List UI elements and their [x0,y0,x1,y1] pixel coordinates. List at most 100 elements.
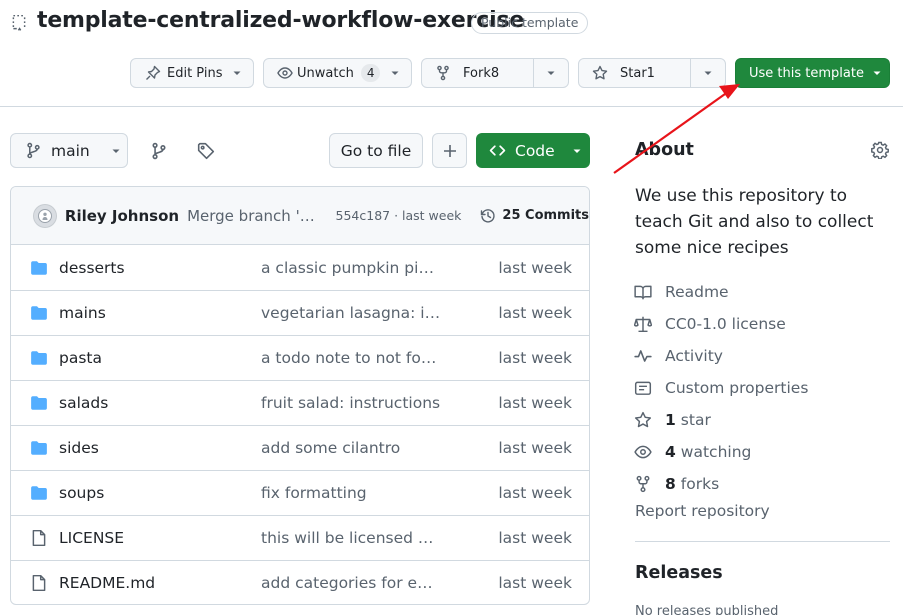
file-commit-date: last week [498,484,572,502]
commits-link[interactable]: 25 Commits [480,208,589,224]
branch-name: main [51,141,90,160]
gear-icon[interactable] [871,141,889,159]
star-count: 1 [646,65,655,81]
history-icon [480,208,496,224]
repo-description: We use this repository to teach Git and … [635,186,874,258]
license-label: CC0-1.0 license [665,315,786,333]
file-row[interactable]: LICENSE this will be licensed un... last w… [11,515,589,560]
repo-header: template-centralized-workflow-exercise P… [0,0,903,107]
about-meta-list: Readme CC0-1.0 license Activity Custom p… [634,276,894,500]
file-commit-message[interactable]: fix formatting [261,484,441,502]
custom-properties-label: Custom properties [665,379,809,397]
folder-icon [30,439,48,457]
pulse-icon [634,347,652,365]
star-dropdown-button[interactable] [691,59,725,87]
file-name[interactable]: pasta [59,349,261,367]
file-row[interactable]: sides add some cilantro last week [11,425,589,470]
divider [635,541,890,542]
file-commit-message[interactable]: add some cilantro [261,439,441,457]
code-button[interactable]: Code [476,133,590,168]
folder-icon [30,259,48,277]
about-heading: About [635,140,694,160]
watching-label: watching [680,443,752,461]
commit-author[interactable]: Riley Johnson [65,207,179,225]
file-row[interactable]: mains vegetarian lasagna: ins... last week [11,290,589,335]
file-commit-message[interactable]: vegetarian lasagna: ins... [261,304,441,322]
file-commit-message[interactable]: fruit salad: instructions [261,394,441,412]
file-commit-date: last week [498,439,572,457]
chevron-down-icon [232,68,242,78]
file-icon [30,529,48,547]
file-row[interactable]: soups fix formatting last week [11,470,589,515]
code-label: Code [515,141,555,160]
branches-icon[interactable] [150,142,168,160]
plus-icon [442,143,458,159]
file-name[interactable]: desserts [59,259,261,277]
file-name[interactable]: README.md [59,574,261,592]
chevron-down-icon [111,146,121,156]
stars-link[interactable]: 1 star [634,404,894,436]
file-row[interactable]: README.md add categories for easi... last … [11,560,589,604]
use-template-button[interactable]: Use this template [735,58,890,88]
forks-link[interactable]: 8 forks [634,468,894,500]
releases-heading[interactable]: Releases [635,563,723,583]
file-name[interactable]: mains [59,304,261,322]
chevron-down-icon [546,68,556,78]
add-file-button[interactable] [432,133,467,168]
law-icon [634,315,652,333]
file-commit-date: last week [498,349,572,367]
license-link[interactable]: CC0-1.0 license [634,308,894,340]
tag-icon[interactable] [197,142,215,160]
forks-label: forks [680,475,720,493]
file-commit-date: last week [498,574,572,592]
file-commit-message[interactable]: a todo note to not forg... [261,349,441,367]
file-commit-date: last week [498,394,572,412]
star-icon [634,411,652,429]
avatar[interactable] [33,203,57,228]
use-template-label: Use this template [749,65,864,81]
fork-button[interactable]: Fork 8 [422,59,533,87]
fork-button-group: Fork 8 [421,58,569,88]
go-to-file-button[interactable]: Go to file [329,133,423,168]
readme-label: Readme [665,283,729,301]
commit-sha-time[interactable]: 554c187 · last week [336,208,462,223]
custom-properties-link[interactable]: Custom properties [634,372,894,404]
repo-title[interactable]: template-centralized-workflow-exercise [37,8,524,33]
commit-message[interactable]: Merge branch 'al... [187,207,323,225]
star-button[interactable]: Star 1 [579,59,690,87]
file-name[interactable]: soups [59,484,261,502]
file-commit-message[interactable]: add categories for easi... [261,574,441,592]
file-commit-message[interactable]: a classic pumpkin pie r... [261,259,441,277]
chevron-down-icon [390,68,400,78]
unwatch-button[interactable]: Unwatch 4 [263,58,412,88]
visibility-badge: Public template [471,12,589,34]
fork-label: Fork [463,65,491,81]
file-icon [30,574,48,592]
report-repository-link[interactable]: Report repository [635,502,770,520]
edit-pins-button[interactable]: Edit Pins [130,58,254,88]
activity-link[interactable]: Activity [634,340,894,372]
readme-link[interactable]: Readme [634,276,894,308]
chevron-down-icon [572,146,582,156]
forks-count: 8 [665,475,676,493]
branch-selector[interactable]: main [10,133,128,168]
watchers-link[interactable]: 4 watching [634,436,894,468]
file-commit-date: last week [498,258,572,277]
fork-dropdown-button[interactable] [534,59,568,87]
edit-pins-label: Edit Pins [167,65,223,81]
file-name[interactable]: salads [59,394,261,412]
git-branch-icon [25,142,42,159]
file-row[interactable]: salads fruit salad: instructions last week [11,380,589,425]
file-commit-message[interactable]: this will be licensed un... [261,529,441,547]
watch-count: 4 [360,64,381,82]
template-repo-icon [10,14,28,32]
note-icon [634,379,652,397]
file-name[interactable]: LICENSE [59,529,261,547]
file-row[interactable]: pasta a todo note to not forg... last week [11,335,589,380]
star-icon [592,65,608,81]
chevron-down-icon [703,68,713,78]
file-name[interactable]: sides [59,439,261,457]
pin-icon [145,65,161,81]
folder-icon [30,484,48,502]
file-row[interactable]: desserts a classic pumpkin pie r... last w… [11,245,589,290]
